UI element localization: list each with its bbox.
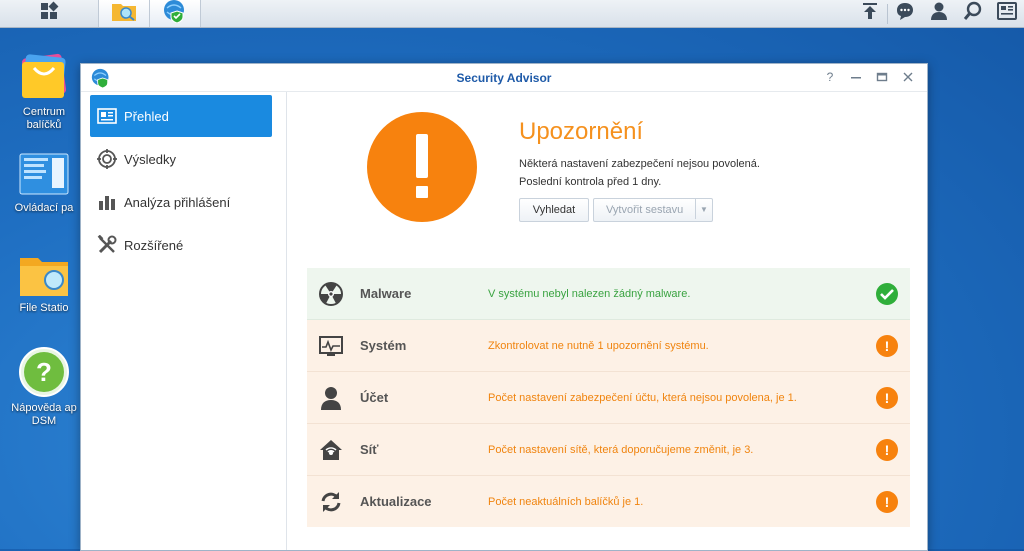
- question-icon: ?: [826, 70, 834, 84]
- category-row-account[interactable]: Účet Počet nastavení zabezpečení účtu, k…: [307, 372, 910, 424]
- help-button[interactable]: ?: [823, 69, 837, 85]
- window-title: Security Advisor: [456, 71, 552, 85]
- desktop-label: File Statio: [19, 302, 69, 314]
- category-description: Počet nastavení sítě, která doporučujeme…: [488, 443, 754, 456]
- category-name: Systém: [360, 338, 407, 353]
- create-report-button[interactable]: Vytvořit sestavu ▼: [593, 198, 713, 222]
- desktop-label: Ovládací pa: [14, 202, 74, 214]
- taskbar-file-station[interactable]: [99, 0, 150, 27]
- search-icon: [963, 1, 983, 26]
- overview-icon: [96, 105, 118, 127]
- desktop-label: Centrum balíčků: [22, 106, 66, 131]
- warning-icon: !: [876, 491, 898, 513]
- file-station-icon: [111, 0, 137, 27]
- report-dropdown-toggle[interactable]: ▼: [695, 199, 712, 219]
- main-menu-button[interactable]: [0, 0, 99, 27]
- help-icon: ?: [18, 346, 70, 398]
- user-icon: [929, 1, 949, 26]
- control-panel-icon: [18, 152, 70, 198]
- file-station-icon: [18, 252, 70, 298]
- update-icon: [319, 490, 343, 514]
- tools-icon: [96, 234, 118, 256]
- upload-icon: [860, 1, 880, 26]
- taskbar: [0, 0, 1024, 28]
- desktop-file-station[interactable]: File Statio: [6, 252, 82, 315]
- close-icon: [903, 72, 913, 82]
- upload-button[interactable]: [853, 0, 887, 27]
- taskbar-security-advisor[interactable]: [150, 0, 201, 27]
- status-description: Některá nastavení zabezpečení nejsou pov…: [519, 158, 760, 170]
- sidebar-item-label: Přehled: [124, 108, 169, 124]
- category-name: Síť: [360, 442, 379, 457]
- category-description: V systému nebyl nalezen žádný malware.: [488, 287, 691, 300]
- widgets-icon: [997, 2, 1017, 25]
- sidebar-item-login-analysis[interactable]: Analýza přihlášení: [90, 181, 272, 223]
- search-button[interactable]: [956, 0, 990, 27]
- category-description: Počet nastavení zabezpečení účtu, která …: [488, 391, 797, 404]
- minimize-button[interactable]: [849, 69, 863, 85]
- security-advisor-icon: [163, 0, 187, 28]
- category-list: Malware V systému nebyl nalezen žádný ma…: [307, 268, 910, 527]
- sidebar-item-advanced[interactable]: Rozšířené: [90, 224, 272, 266]
- category-row-system[interactable]: Systém Zkontrolovat ne nutně 1 upozorněn…: [307, 320, 910, 372]
- close-button[interactable]: [901, 69, 915, 85]
- sidebar: Přehled Výsledky Analýza přihlášení Rozš…: [81, 92, 287, 550]
- category-name: Malware: [360, 286, 412, 301]
- account-icon: [319, 386, 343, 410]
- warning-icon: !: [876, 335, 898, 357]
- widgets-button[interactable]: [990, 0, 1024, 27]
- security-advisor-window: Security Advisor ? Přehled Výsledky Anal…: [80, 63, 928, 551]
- window-titlebar[interactable]: Security Advisor ?: [81, 64, 927, 92]
- desktop-help[interactable]: ? Nápověda ap DSM: [6, 346, 82, 428]
- desktop-label: Nápověda ap DSM: [11, 402, 77, 427]
- user-button[interactable]: [922, 0, 956, 27]
- network-home-icon: [319, 438, 343, 462]
- overview-panel: Upozornění Některá nastavení zabezpečení…: [287, 92, 927, 550]
- category-description: Počet neaktuálních balíčků je 1.: [488, 495, 644, 508]
- sidebar-item-label: Výsledky: [124, 151, 177, 167]
- warning-status-icon: [367, 112, 477, 222]
- category-name: Účet: [360, 390, 389, 405]
- chevron-down-icon: ▼: [700, 204, 708, 214]
- radiation-icon: [319, 282, 343, 306]
- category-row-update[interactable]: Aktualizace Počet neaktuálních balíčků j…: [307, 476, 910, 527]
- scan-button-label: Vyhledat: [532, 204, 576, 216]
- category-row-malware[interactable]: Malware V systému nebyl nalezen žádný ma…: [307, 268, 910, 320]
- main-menu-icon: [39, 1, 59, 26]
- warning-icon: !: [876, 387, 898, 409]
- scan-button[interactable]: Vyhledat: [519, 198, 589, 222]
- category-row-network[interactable]: Síť Počet nastavení sítě, která doporuču…: [307, 424, 910, 476]
- sidebar-item-label: Rozšířené: [124, 237, 184, 253]
- minimize-icon: [851, 77, 861, 79]
- desktop-package-center[interactable]: Centrum balíčků: [6, 50, 82, 132]
- last-check-text: Poslední kontrola před 1 dny.: [519, 176, 662, 188]
- check-icon: [876, 283, 898, 305]
- sidebar-item-overview[interactable]: Přehled: [90, 95, 272, 137]
- svg-text:?: ?: [36, 357, 52, 387]
- maximize-icon: [876, 72, 888, 82]
- chat-button[interactable]: [888, 0, 922, 27]
- chat-icon: [895, 1, 915, 26]
- sidebar-item-results[interactable]: Výsledky: [90, 138, 272, 180]
- package-center-icon: [18, 50, 70, 102]
- category-description: Zkontrolovat ne nutně 1 upozornění systé…: [488, 339, 709, 352]
- status-title: Upozornění: [519, 118, 644, 145]
- sidebar-item-label: Analýza přihlášení: [124, 194, 231, 210]
- chart-icon: [96, 191, 118, 213]
- create-report-label: Vytvořit sestavu: [606, 204, 684, 216]
- system-monitor-icon: [319, 334, 343, 358]
- desktop-control-panel[interactable]: Ovládací pa: [6, 152, 82, 215]
- results-icon: [96, 148, 118, 170]
- category-name: Aktualizace: [360, 494, 432, 509]
- warning-icon: !: [876, 439, 898, 461]
- maximize-button[interactable]: [875, 69, 889, 85]
